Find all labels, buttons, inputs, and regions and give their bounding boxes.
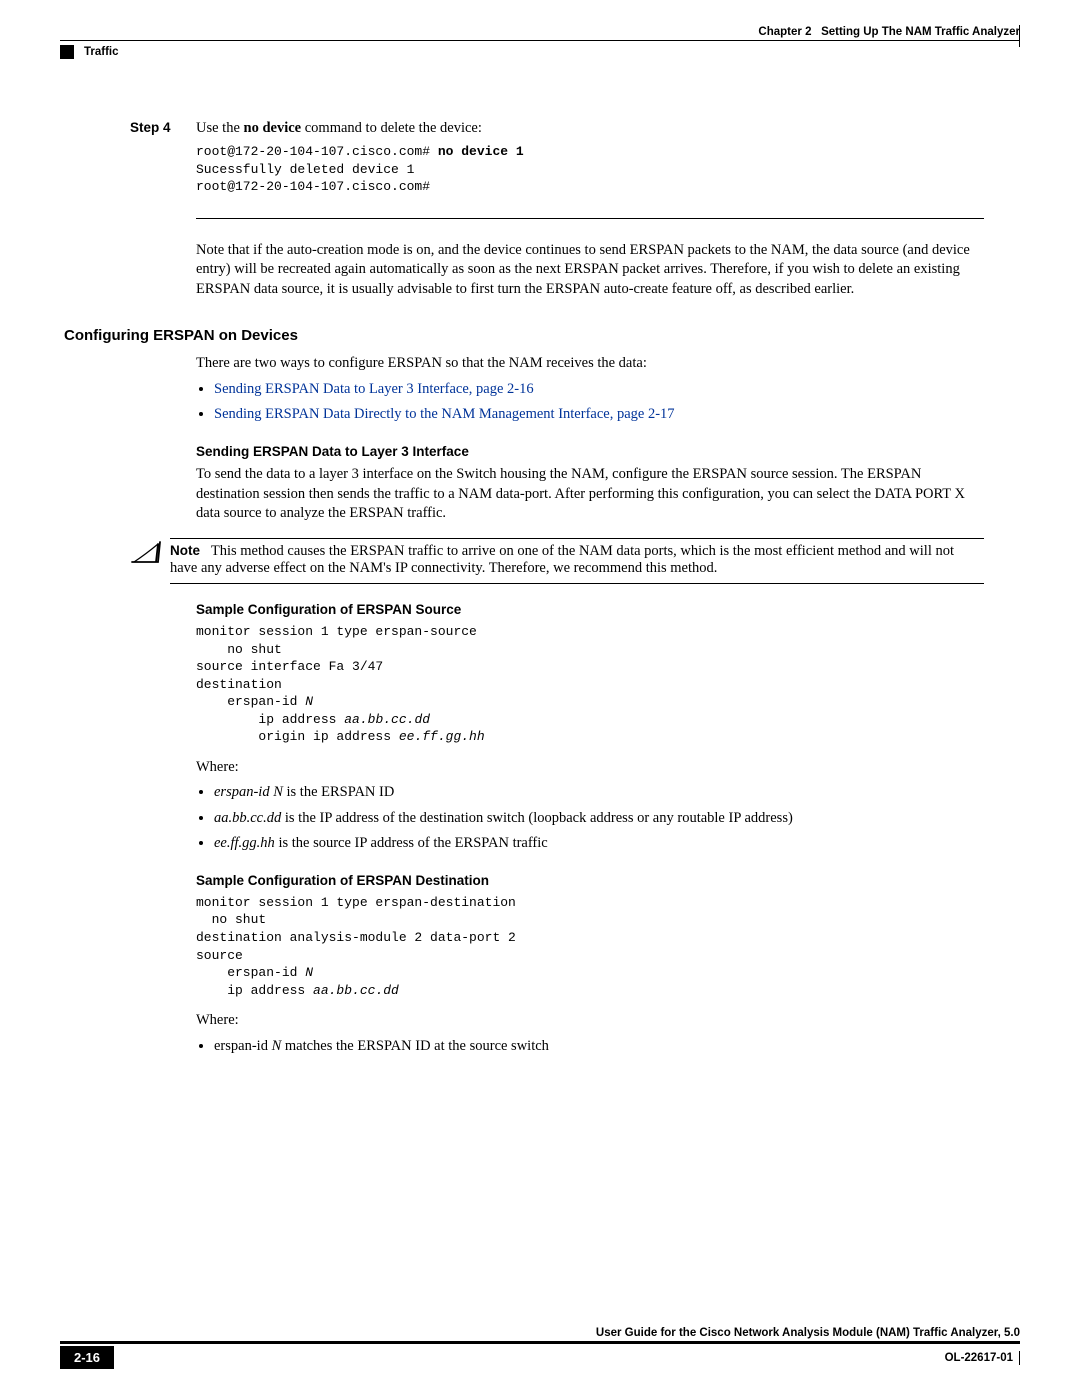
configuring-links: Sending ERSPAN Data to Layer 3 Interface… xyxy=(196,378,984,426)
sample-source-where: erspan-id N is the ERSPAN ID aa.bb.cc.dd… xyxy=(196,781,984,855)
doc-id: OL-22617-01 xyxy=(945,1351,1020,1365)
where-item: erspan-id N matches the ERSPAN ID at the… xyxy=(214,1035,984,1058)
configuring-intro: There are two ways to configure ERSPAN s… xyxy=(196,354,984,374)
page-content: Step 4 Use the no device command to dele… xyxy=(130,120,984,1064)
chapter-title: Setting Up The NAM Traffic Analyzer xyxy=(821,26,1020,38)
layer3-para: To send the data to a layer 3 interface … xyxy=(196,465,984,524)
note-text: Note This method causes the ERSPAN traff… xyxy=(170,543,984,577)
step-body: Use the no device command to delete the … xyxy=(196,120,984,137)
page-header: Chapter 2 Setting Up The NAM Traffic Ana… xyxy=(60,26,1020,59)
sample-source-heading: Sample Configuration of ERSPAN Source xyxy=(196,602,984,617)
page-footer: User Guide for the Cisco Network Analysi… xyxy=(60,1323,1020,1369)
sample-dest-heading: Sample Configuration of ERSPAN Destinati… xyxy=(196,873,984,888)
chapter-label: Chapter 2 xyxy=(758,26,811,38)
header-rule xyxy=(60,40,1020,41)
header-square-icon xyxy=(60,45,74,59)
where-item: erspan-id N is the ERSPAN ID xyxy=(214,781,984,804)
link-layer3[interactable]: Sending ERSPAN Data to Layer 3 Interface… xyxy=(214,378,984,401)
where-item: ee.ff.gg.hh is the source IP address of … xyxy=(214,832,984,855)
sample-dest-cli: monitor session 1 type erspan-destinatio… xyxy=(196,894,984,999)
sample-source-cli: monitor session 1 type erspan-source no … xyxy=(196,623,984,746)
footer-title: User Guide for the Cisco Network Analysi… xyxy=(60,1327,1020,1339)
note-icon xyxy=(130,538,170,584)
header-section: Traffic xyxy=(84,46,119,58)
note-rule-top xyxy=(170,538,984,539)
note-block: Note This method causes the ERSPAN traff… xyxy=(130,538,984,584)
link-mgmt-interface[interactable]: Sending ERSPAN Data Directly to the NAM … xyxy=(214,403,984,426)
step-label: Step 4 xyxy=(130,120,196,135)
auto-create-note: Note that if the auto-creation mode is o… xyxy=(196,241,984,300)
layer3-heading: Sending ERSPAN Data to Layer 3 Interface xyxy=(196,444,984,459)
step-4: Step 4 Use the no device command to dele… xyxy=(130,120,984,137)
where-item: aa.bb.cc.dd is the IP address of the des… xyxy=(214,807,984,830)
where-label-1: Where: xyxy=(196,758,984,778)
page-number: 2-16 xyxy=(60,1346,114,1369)
cli-output: root@172-20-104-107.cisco.com# no device… xyxy=(196,143,984,196)
section-rule xyxy=(196,218,984,219)
configuring-erspan-heading: Configuring ERSPAN on Devices xyxy=(64,327,984,344)
note-rule-bottom xyxy=(170,583,984,584)
header-vertical-rule xyxy=(1019,25,1020,47)
where-label-2: Where: xyxy=(196,1011,984,1031)
sample-dest-where: erspan-id N matches the ERSPAN ID at the… xyxy=(196,1035,984,1058)
